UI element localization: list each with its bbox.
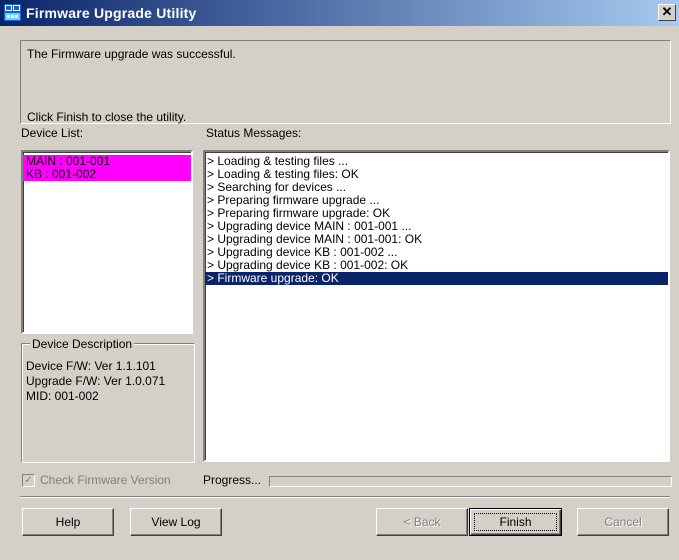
check-firmware-checkbox[interactable]: ✓ — [22, 474, 35, 487]
progress-bar — [269, 476, 672, 487]
device-fw: Device F/W: Ver 1.1.101 — [26, 359, 156, 373]
device-list-item[interactable]: KB : 001-002 — [23, 168, 191, 181]
cancel-button[interactable]: Cancel — [577, 508, 669, 536]
separator — [20, 496, 670, 498]
message-box: The Firmware upgrade was successful. Cli… — [20, 40, 671, 124]
status-messages-label: Status Messages: — [206, 126, 302, 140]
message-success: The Firmware upgrade was successful. — [27, 47, 236, 61]
back-button[interactable]: < Back — [376, 508, 468, 536]
mid: MID: 001-002 — [26, 389, 99, 403]
title-bar: Firmware Upgrade Utility ✕ — [0, 0, 679, 26]
focus-rect — [474, 513, 557, 531]
help-button[interactable]: Help — [22, 508, 114, 536]
device-description-title: Device Description — [30, 337, 135, 351]
device-description-group: Device Description Device F/W: Ver 1.1.1… — [21, 337, 195, 463]
upgrade-fw: Upgrade F/W: Ver 1.0.071 — [26, 374, 166, 388]
app-icon — [4, 4, 21, 21]
status-message-item[interactable]: > Firmware upgrade: OK — [205, 272, 668, 285]
check-firmware-label: Check Firmware Version — [40, 473, 171, 487]
progress-label: Progress... — [203, 473, 262, 487]
finish-button[interactable]: Finish — [469, 508, 562, 536]
window-title: Firmware Upgrade Utility — [26, 5, 197, 21]
view-log-button[interactable]: View Log — [130, 508, 222, 536]
device-list[interactable]: MAIN : 001-001 KB : 001-002 — [21, 150, 193, 334]
status-messages-list[interactable]: > Loading & testing files ... > Loading &… — [203, 150, 670, 462]
message-instruction: Click Finish to close the utility. — [27, 110, 187, 124]
device-list-label: Device List: — [21, 126, 84, 140]
close-icon[interactable]: ✕ — [658, 4, 676, 21]
